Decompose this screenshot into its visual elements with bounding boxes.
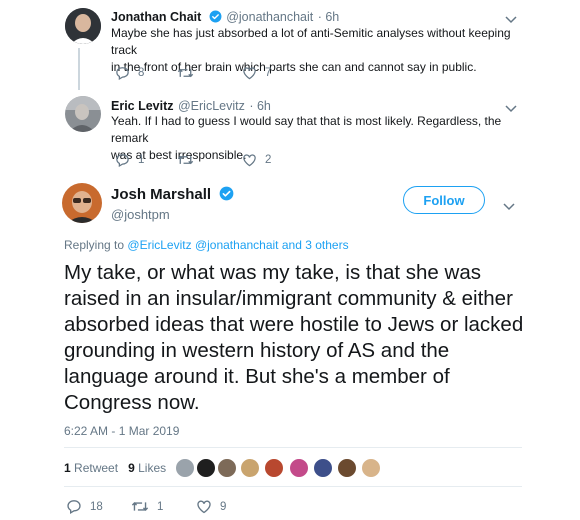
like-icon	[243, 67, 256, 80]
main-tweet-header: Josh Marshall	[111, 186, 234, 206]
author-handle[interactable]: @EricLevitz	[178, 99, 245, 113]
author-name[interactable]: Eric Levitz	[111, 99, 174, 113]
reply-button[interactable]: 18	[66, 499, 103, 514]
avatar[interactable]	[65, 96, 101, 132]
retweet-button[interactable]: 1	[131, 499, 163, 514]
avatar[interactable]	[62, 183, 102, 223]
tweet-time[interactable]: · 6h	[249, 99, 271, 113]
reply-icon	[67, 500, 81, 514]
retweet-button[interactable]	[177, 66, 202, 80]
retweets-label: Retweet	[74, 461, 119, 475]
tweet-text-line: Yeah. If I had to guess I would say that…	[111, 114, 502, 145]
tweet-text-line: was at best irresponsible.	[111, 148, 247, 162]
like-count: 7	[265, 67, 272, 79]
divider	[64, 486, 522, 487]
replying-suffix[interactable]: and 3 others	[282, 238, 349, 252]
replying-prefix: Replying to	[64, 238, 125, 252]
verified-badge-icon	[219, 186, 234, 206]
retweet-icon	[177, 68, 194, 78]
tweet-timestamp[interactable]: 6:22 AM - 1 Mar 2019	[64, 424, 179, 438]
like-count: 2	[265, 154, 272, 166]
liker-avatar[interactable]	[264, 458, 284, 478]
retweets-num: 1	[64, 461, 71, 475]
tweet-text: Yeah. If I had to guess I would say that…	[111, 113, 521, 164]
liker-avatar[interactable]	[217, 458, 237, 478]
avatar-image	[62, 183, 102, 223]
tweet-text-line: in the front of her brain which parts sh…	[111, 60, 477, 74]
divider	[64, 447, 522, 448]
liker-avatar[interactable]	[240, 458, 260, 478]
reply-icon	[116, 67, 129, 80]
like-icon	[197, 500, 211, 514]
author-name[interactable]: Josh Marshall	[111, 186, 211, 203]
liker-avatar[interactable]	[289, 458, 309, 478]
liker-avatar[interactable]	[313, 458, 333, 478]
tweet-text-line: Maybe she has just absorbed a lot of ant…	[111, 26, 511, 57]
tweet-stats: 1 Retweet 9 Likes	[64, 461, 166, 475]
author-handle[interactable]: @joshtpm	[111, 207, 170, 222]
avatar-image	[65, 96, 101, 132]
likes-label: Likes	[138, 461, 167, 475]
replying-user-link[interactable]: @EricLevitz	[127, 238, 191, 252]
reply-count: 8	[138, 67, 145, 79]
avatar-image	[65, 8, 101, 44]
reply-count: 1	[138, 154, 145, 166]
author-name[interactable]: Jonathan Chait	[111, 10, 201, 24]
liker-avatar[interactable]	[361, 458, 381, 478]
reply-button[interactable]: 8	[115, 66, 144, 80]
like-button[interactable]: 7	[242, 66, 271, 80]
thread-connector	[78, 48, 80, 90]
liker-avatar[interactable]	[337, 458, 357, 478]
reply-count: 18	[90, 500, 103, 513]
tweet-time[interactable]: · 6h	[318, 10, 340, 24]
retweet-icon	[177, 155, 194, 165]
like-count: 9	[220, 500, 227, 513]
main-tweet-text: My take, or what was my take, is that sh…	[64, 261, 524, 414]
liker-avatar[interactable]	[196, 458, 216, 478]
retweets-stat[interactable]: 1 Retweet	[64, 461, 118, 475]
replying-to: Replying to @EricLevitz @jonathanchait a…	[64, 238, 349, 252]
retweet-icon	[131, 502, 149, 511]
retweet-count: 1	[157, 500, 164, 513]
author-handle[interactable]: @jonathanchait	[226, 10, 313, 24]
tweet-text: Maybe she has just absorbed a lot of ant…	[111, 25, 521, 76]
liker-avatar[interactable]	[175, 458, 195, 478]
reply-icon	[116, 154, 129, 167]
like-icon	[243, 154, 256, 167]
replying-user-link[interactable]: @jonathanchait	[195, 238, 279, 252]
avatar[interactable]	[65, 8, 101, 44]
likes-num: 9	[128, 461, 135, 475]
like-button[interactable]: 2	[242, 153, 271, 167]
retweet-button[interactable]	[177, 153, 202, 167]
reply-button[interactable]: 1	[115, 153, 144, 167]
like-button[interactable]: 9	[196, 499, 226, 514]
likes-stat[interactable]: 9 Likes	[128, 461, 166, 475]
follow-button[interactable]: Follow	[403, 186, 485, 214]
chevron-down-icon[interactable]	[503, 198, 515, 216]
